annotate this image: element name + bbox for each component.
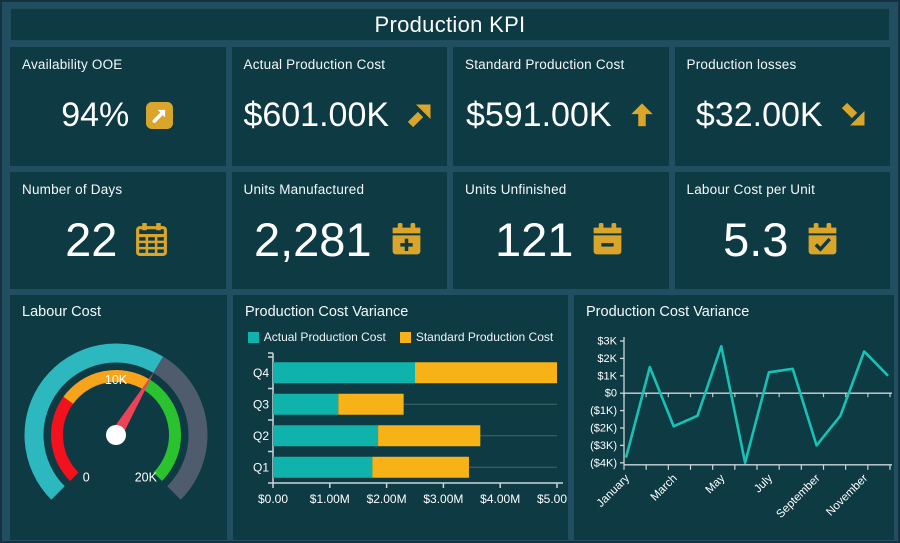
kpi-card-production-losses: Production losses $32.00K <box>675 47 891 166</box>
kpi-card-value: 121 <box>495 216 573 263</box>
svg-text:($3K): ($3K) <box>590 440 617 452</box>
svg-text:0: 0 <box>83 471 90 485</box>
legend-swatch <box>400 332 411 343</box>
legend-item-actual-production-cost[interactable]: Actual Production Cost <box>248 330 386 344</box>
kpi-card-value: 5.3 <box>723 216 788 263</box>
kpi-card-value-row: $591.00K <box>465 72 657 158</box>
kpi-card-label: Number of Days <box>22 182 214 197</box>
kpi-card-value-row: 94% <box>22 72 214 158</box>
svg-text:$5.00M: $5.00M <box>537 492 568 506</box>
svg-text:July: July <box>752 472 775 495</box>
kpi-card-grid: Availability OOE 94% Actual Production Cos… <box>10 47 890 289</box>
kpi-card-number-of-days: Number of Days 22 <box>10 172 226 289</box>
svg-text:$2.00M: $2.00M <box>367 492 407 506</box>
dashboard-title: Production KPI <box>375 12 526 38</box>
kpi-card-availability-ooe: Availability OOE 94% <box>10 47 226 166</box>
cost-variance-bar-panel: Production Cost Variance Actual Producti… <box>233 295 568 540</box>
dashboard-title-bar: Production KPI <box>10 8 890 41</box>
svg-text:Q1: Q1 <box>253 460 269 474</box>
svg-text:January: January <box>595 472 633 510</box>
kpi-card-label: Units Unfinished <box>465 182 657 197</box>
kpi-card-actual-production-cost: Actual Production Cost $601.00K <box>232 47 448 166</box>
line-panel-title: Production Cost Variance <box>574 295 894 325</box>
svg-text:May: May <box>704 472 728 496</box>
svg-text:Q2: Q2 <box>253 429 269 443</box>
svg-text:$1K: $1K <box>597 370 617 382</box>
kpi-card-value-row: $32.00K <box>687 72 879 158</box>
charts-row: Labour Cost 0 10K 20K Production Cost Vari… <box>10 295 890 540</box>
legend-label: Actual Production Cost <box>264 330 386 344</box>
calendar-minus-icon <box>589 221 626 258</box>
kpi-card-value-row: $601.00K <box>244 72 436 158</box>
legend-item-standard-production-cost[interactable]: Standard Production Cost <box>400 330 553 344</box>
svg-text:10K: 10K <box>105 373 128 387</box>
cost-variance-line-chart[interactable]: $3K $2K $1K $0 ($1K) ($2K) ($3K) ($4K) January Ma… <box>574 325 894 537</box>
gauge-panel-title: Labour Cost <box>10 295 227 325</box>
svg-text:$1.00M: $1.00M <box>310 492 350 506</box>
kpi-card-value: 22 <box>65 216 117 263</box>
kpi-card-value: 2,281 <box>254 216 372 263</box>
svg-text:March: March <box>649 472 680 503</box>
trend-up-square-icon <box>145 101 174 130</box>
kpi-card-label: Units Manufactured <box>244 182 436 197</box>
svg-text:Q4: Q4 <box>253 366 269 380</box>
legend-swatch <box>248 332 259 343</box>
kpi-card-units-unfinished: Units Unfinished 121 <box>453 172 669 289</box>
svg-text:($4K): ($4K) <box>590 457 617 469</box>
kpi-card-value: $601.00K <box>243 98 389 132</box>
svg-text:$0: $0 <box>605 388 617 400</box>
kpi-card-labour-cost-per-unit: Labour Cost per Unit 5.3 <box>675 172 891 289</box>
labour-cost-gauge-panel: Labour Cost 0 10K 20K <box>10 295 227 540</box>
labour-cost-gauge-chart[interactable]: 0 10K 20K <box>10 325 227 537</box>
svg-text:$3K: $3K <box>597 336 617 348</box>
cost-variance-line-panel: Production Cost Variance $3K $2K $1K $0 ($1K… <box>574 295 894 540</box>
kpi-card-label: Labour Cost per Unit <box>687 182 879 197</box>
kpi-card-value: $591.00K <box>466 98 612 132</box>
kpi-card-standard-production-cost: Standard Production Cost $591.00K <box>453 47 669 166</box>
legend-label: Standard Production Cost <box>416 330 553 344</box>
kpi-card-value-row: 121 <box>465 197 657 281</box>
calendar-plus-icon <box>388 221 425 258</box>
kpi-card-value-row: 2,281 <box>244 197 436 281</box>
kpi-card-label: Actual Production Cost <box>244 57 436 72</box>
kpi-card-value: 94% <box>61 98 129 132</box>
svg-text:November: November <box>824 472 870 518</box>
arrow-up-right-icon <box>405 100 435 130</box>
kpi-card-value: $32.00K <box>696 98 823 132</box>
calendar-grid-icon <box>133 221 170 258</box>
production-kpi-dashboard: Production KPI Availability OOE 94% Actual… <box>0 0 900 543</box>
svg-text:($2K): ($2K) <box>590 423 617 435</box>
bar-panel-title: Production Cost Variance <box>233 295 568 325</box>
bar-chart-legend: Actual Production Cost Standard Productio… <box>233 325 568 349</box>
kpi-card-value-row: 5.3 <box>687 197 879 281</box>
svg-text:Q3: Q3 <box>253 397 269 411</box>
svg-text:$0.00: $0.00 <box>258 492 288 506</box>
kpi-card-label: Standard Production Cost <box>465 57 657 72</box>
kpi-card-units-manufactured: Units Manufactured 2,281 <box>232 172 448 289</box>
cost-variance-bar-chart[interactable]: Q4 Q3 Q2 Q1 $0.00 $1.00M $2.00M $3.00M $4.00M $5.… <box>233 349 568 537</box>
svg-text:20K: 20K <box>135 471 158 485</box>
kpi-card-label: Availability OOE <box>22 57 214 72</box>
svg-text:$3.00M: $3.00M <box>423 492 463 506</box>
kpi-card-label: Production losses <box>687 57 879 72</box>
svg-text:$4.00M: $4.00M <box>480 492 520 506</box>
arrow-down-right-icon <box>839 100 869 130</box>
svg-text:$2K: $2K <box>597 353 617 365</box>
svg-text:($1K): ($1K) <box>590 405 617 417</box>
kpi-card-value-row: 22 <box>22 197 214 281</box>
calendar-check-icon <box>804 221 841 258</box>
arrow-up-icon <box>628 101 656 129</box>
svg-text:September: September <box>774 472 822 520</box>
